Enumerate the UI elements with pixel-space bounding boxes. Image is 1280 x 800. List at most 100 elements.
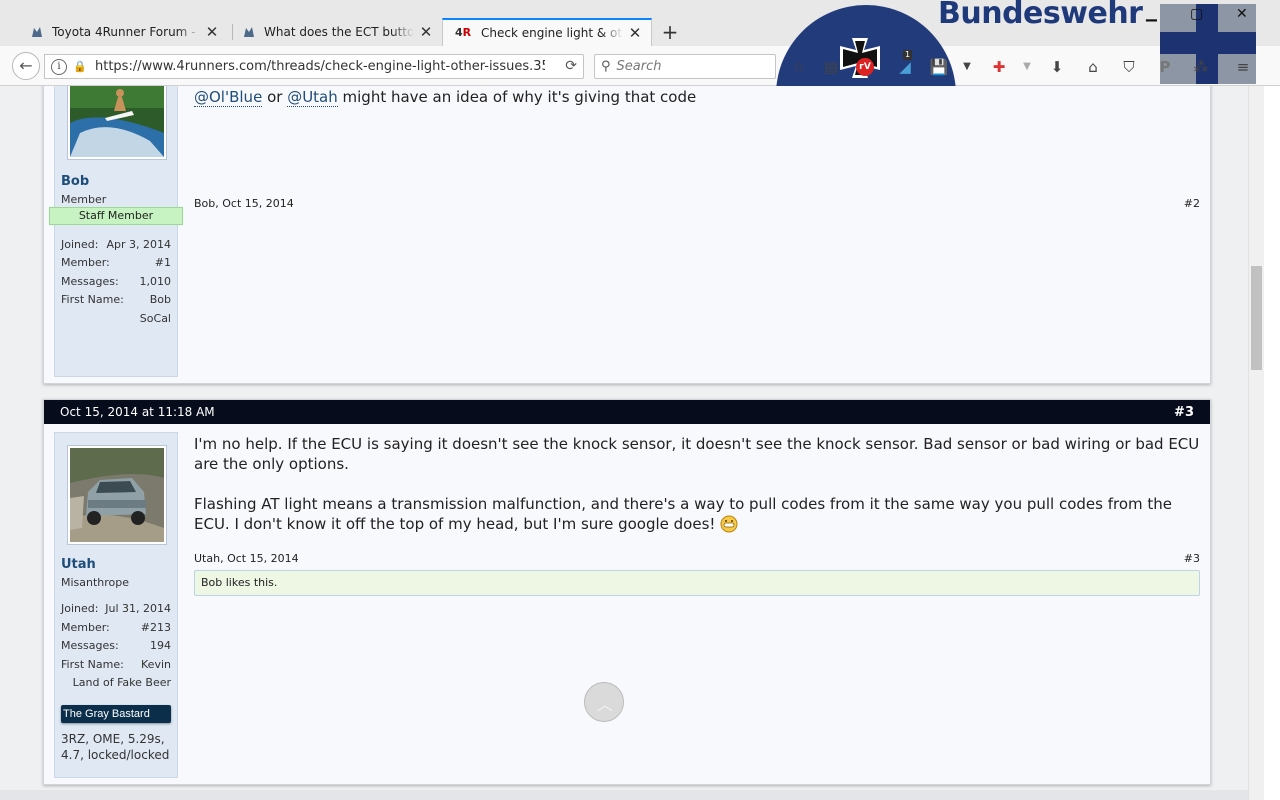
info-value[interactable]: #213 bbox=[141, 621, 171, 634]
info-messages: Messages: 1,010 bbox=[61, 275, 171, 288]
info-value[interactable]: 194 bbox=[150, 639, 171, 652]
info-label: First Name: bbox=[61, 658, 124, 671]
username[interactable]: Bob bbox=[61, 174, 89, 189]
scrollbar-thumb[interactable] bbox=[1251, 266, 1262, 370]
avatar[interactable] bbox=[67, 445, 167, 545]
info-first-name: First Name: Kevin bbox=[61, 658, 171, 671]
info-label: Messages: bbox=[61, 639, 119, 652]
tab-toyota-forum[interactable]: Toyota 4Runner Forum - Lar ✕ bbox=[18, 18, 228, 46]
info-value: Kevin bbox=[141, 658, 171, 671]
page-scrollbar[interactable] bbox=[1248, 86, 1264, 800]
reading-list-icon[interactable]: ▤ bbox=[820, 56, 842, 78]
dropdown-arrow-icon[interactable]: ▼ bbox=[1016, 56, 1038, 78]
info-label: Messages: bbox=[61, 275, 119, 288]
user-location: SoCal bbox=[139, 312, 171, 325]
bundeswehr-logo-text: Bundeswehr bbox=[938, 0, 1143, 31]
post-timestamp: Oct 15, 2014 at 11:18 AM bbox=[60, 405, 215, 419]
extension-red-icon[interactable]: ᴦV bbox=[856, 58, 874, 76]
minimize-icon[interactable]: ▁ bbox=[1146, 6, 1157, 22]
post-number-link[interactable]: #3 bbox=[1174, 405, 1194, 420]
info-label: Member: bbox=[61, 621, 110, 634]
info-label: Joined: bbox=[61, 602, 99, 615]
bookmark-star-icon[interactable]: ☆ bbox=[788, 56, 810, 78]
addon-cross-icon[interactable]: ✚ bbox=[988, 56, 1010, 78]
user-info-panel: Utah Misanthrope Joined: Jul 31, 2014 Mem… bbox=[54, 432, 178, 778]
extension-p-icon[interactable]: P bbox=[1154, 56, 1176, 78]
avatar[interactable] bbox=[67, 86, 167, 160]
chevron-up-icon: ︿ bbox=[597, 695, 614, 714]
grin-smiley-icon bbox=[720, 515, 738, 533]
address-bar[interactable]: i 🔒 https://www.4runners.com/threads/che… bbox=[44, 54, 584, 79]
new-tab-icon[interactable]: + bbox=[660, 20, 680, 44]
content-text: Flashing AT light means a transmission m… bbox=[194, 495, 1173, 533]
reload-icon[interactable]: ⟳ bbox=[565, 58, 577, 74]
content-text: or bbox=[262, 88, 288, 106]
info-value[interactable]: 1,010 bbox=[140, 275, 172, 288]
lock-icon[interactable]: 🔒 bbox=[73, 60, 89, 73]
tab-close-icon[interactable]: ✕ bbox=[627, 24, 643, 42]
mention-link[interactable]: @Ol'Blue bbox=[194, 88, 263, 107]
user-banner: The Gray Bastard bbox=[61, 705, 171, 723]
search-icon: ⚲ bbox=[601, 59, 611, 74]
page-bottom-strip bbox=[0, 790, 1248, 800]
likes-summary[interactable]: Bob likes this. bbox=[194, 570, 1200, 596]
window-close-icon[interactable]: ✕ bbox=[1236, 6, 1248, 22]
post-2: Bob Member Staff Member Joined: Apr 3, 20… bbox=[43, 86, 1211, 384]
tab-check-engine[interactable]: 4R Check engine light & other i ✕ bbox=[442, 18, 652, 46]
meta-date-link[interactable]: Oct 15, 2014 bbox=[222, 197, 294, 210]
meta-author-link[interactable]: Utah bbox=[194, 552, 220, 565]
mention-link[interactable]: @Utah bbox=[287, 88, 338, 107]
info-joined: Joined: Apr 3, 2014 bbox=[61, 238, 171, 251]
back-icon[interactable]: ← bbox=[12, 52, 40, 80]
dropdown-arrow-icon[interactable]: ▼ bbox=[956, 56, 978, 78]
info-label: First Name: bbox=[61, 293, 124, 306]
post-content: @Ol'Blue or @Utah might have an idea of … bbox=[194, 87, 1200, 107]
forum-favicon-icon bbox=[244, 27, 254, 37]
post-body: Bob Member Staff Member Joined: Apr 3, 20… bbox=[44, 86, 1210, 383]
content-paragraph-2: Flashing AT light means a transmission m… bbox=[194, 494, 1200, 534]
info-value[interactable]: #1 bbox=[155, 256, 171, 269]
tab-title: What does the ECT button d bbox=[264, 25, 414, 39]
meta-date-link[interactable]: Oct 15, 2014 bbox=[227, 552, 299, 565]
info-label: Joined: bbox=[61, 238, 99, 251]
info-messages: Messages: 194 bbox=[61, 639, 171, 652]
tab-title: Check engine light & other i bbox=[481, 26, 623, 40]
pocket-icon[interactable]: ⛉ bbox=[1118, 56, 1140, 78]
post-body: Utah Misanthrope Joined: Jul 31, 2014 Mem… bbox=[44, 424, 1210, 784]
extension-nodes-icon[interactable]: ⁂ bbox=[1190, 56, 1212, 78]
info-value: Apr 3, 2014 bbox=[106, 238, 171, 251]
tab-ect-button[interactable]: What does the ECT button d ✕ bbox=[230, 18, 442, 46]
info-value: Bob bbox=[149, 293, 171, 306]
truck-avatar-image bbox=[70, 448, 164, 542]
downloads-icon[interactable]: ⬇ bbox=[1046, 56, 1068, 78]
user-title: Misanthrope bbox=[61, 576, 130, 589]
4runners-favicon-icon: 4R bbox=[455, 26, 472, 39]
site-info-icon[interactable]: i bbox=[51, 58, 67, 75]
meta-author-link[interactable]: Bob bbox=[194, 197, 215, 210]
content-paragraph: I'm no help. If the ECU is saying it doe… bbox=[194, 435, 1200, 473]
surfer-avatar-image bbox=[70, 86, 164, 157]
page-viewport: Bob Member Staff Member Joined: Apr 3, 20… bbox=[0, 86, 1248, 800]
tab-close-icon[interactable]: ✕ bbox=[418, 23, 434, 41]
username[interactable]: Utah bbox=[61, 557, 96, 572]
maximize-icon[interactable]: ▢ bbox=[1190, 6, 1203, 22]
user-info-panel: Bob Member Staff Member Joined: Apr 3, 20… bbox=[49, 86, 183, 377]
scroll-to-top-button[interactable]: ︿ bbox=[584, 682, 624, 722]
post-3: Oct 15, 2014 at 11:18 AM #3 Utah Misanth… bbox=[43, 399, 1211, 785]
tab-title: Toyota 4Runner Forum - Lar bbox=[52, 25, 200, 39]
extension-badge-count: 1 bbox=[903, 50, 913, 60]
url-text[interactable]: https://www.4runners.com/threads/check-e… bbox=[95, 59, 545, 74]
post-permalink[interactable]: #2 bbox=[1184, 197, 1200, 210]
user-signature: 3RZ, OME, 5.29s, 4.7, locked/locked bbox=[61, 732, 170, 762]
info-first-name: First Name: Bob bbox=[61, 293, 171, 306]
search-bar[interactable]: ⚲ Search bbox=[594, 54, 776, 79]
info-label: Member: bbox=[61, 256, 110, 269]
save-page-icon[interactable]: 💾 bbox=[928, 56, 950, 78]
tab-close-icon[interactable]: ✕ bbox=[204, 23, 220, 41]
hamburger-menu-icon[interactable]: ≡ bbox=[1232, 56, 1254, 78]
home-icon[interactable]: ⌂ bbox=[1082, 56, 1104, 78]
forum-favicon-icon bbox=[32, 27, 42, 37]
search-placeholder: Search bbox=[616, 59, 662, 74]
extension-badge-icon[interactable]: 1 ◢ bbox=[894, 50, 916, 78]
post-permalink[interactable]: #3 bbox=[1184, 552, 1200, 565]
